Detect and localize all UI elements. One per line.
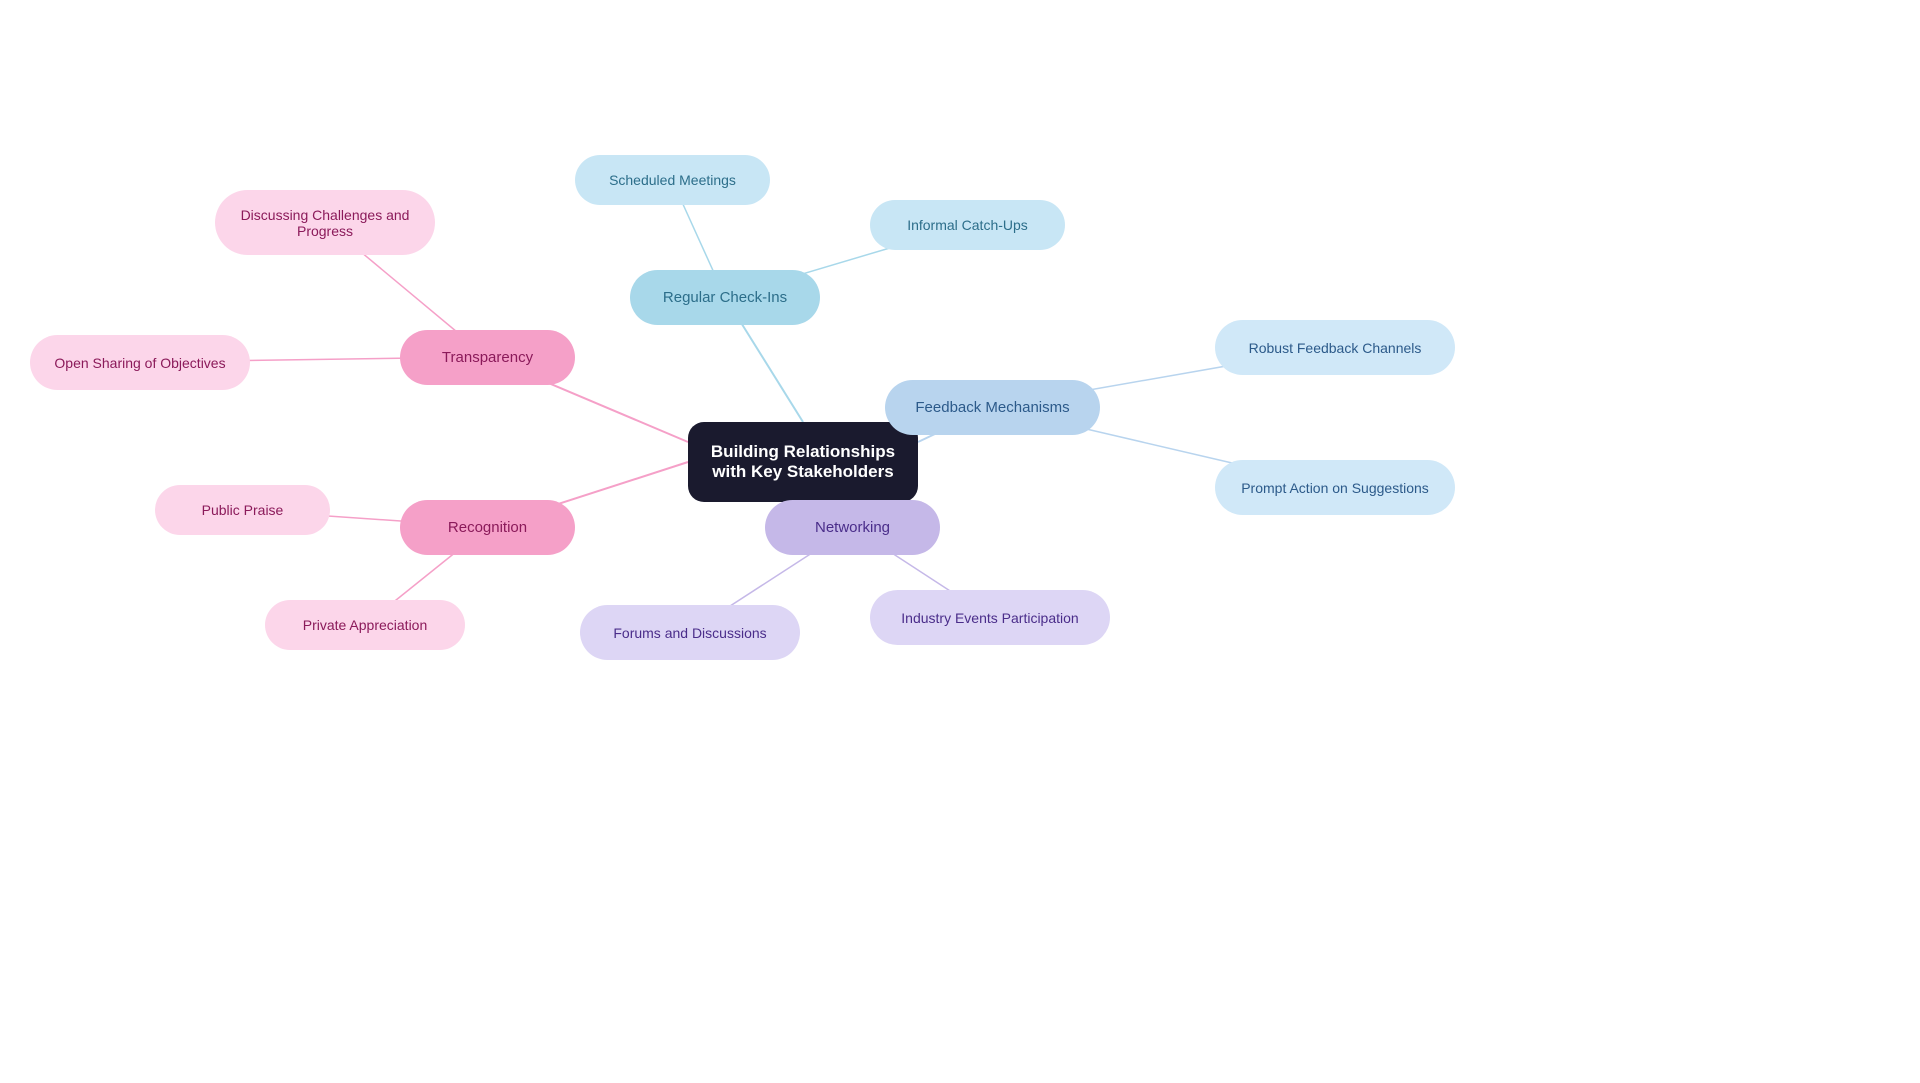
scheduled-meetings-label: Scheduled Meetings xyxy=(609,172,736,188)
node-recognition: Recognition xyxy=(400,500,575,555)
open-sharing-label: Open Sharing of Objectives xyxy=(54,355,225,371)
public-praise-label: Public Praise xyxy=(202,502,284,518)
regular-checkins-label: Regular Check-Ins xyxy=(663,289,787,306)
private-appreciation-label: Private Appreciation xyxy=(303,617,428,633)
node-industry-events: Industry Events Participation xyxy=(870,590,1110,645)
node-forums-discussions: Forums and Discussions xyxy=(580,605,800,660)
center-label: Building Relationships with Key Stakehol… xyxy=(688,434,918,490)
transparency-label: Transparency xyxy=(442,349,533,366)
node-private-appreciation: Private Appreciation xyxy=(265,600,465,650)
robust-feedback-label: Robust Feedback Channels xyxy=(1249,340,1422,356)
industry-events-label: Industry Events Participation xyxy=(901,610,1078,626)
node-regular-checkins: Regular Check-Ins xyxy=(630,270,820,325)
node-public-praise: Public Praise xyxy=(155,485,330,535)
node-robust-feedback: Robust Feedback Channels xyxy=(1215,320,1455,375)
recognition-label: Recognition xyxy=(448,519,527,536)
informal-catchups-label: Informal Catch-Ups xyxy=(907,217,1028,233)
node-informal-catchups: Informal Catch-Ups xyxy=(870,200,1065,250)
forums-discussions-label: Forums and Discussions xyxy=(613,625,766,641)
node-transparency: Transparency xyxy=(400,330,575,385)
node-networking: Networking xyxy=(765,500,940,555)
node-prompt-action: Prompt Action on Suggestions xyxy=(1215,460,1455,515)
discussing-challenges-label: Discussing Challenges and Progress xyxy=(215,207,435,239)
node-feedback-mechanisms: Feedback Mechanisms xyxy=(885,380,1100,435)
node-discussing-challenges: Discussing Challenges and Progress xyxy=(215,190,435,255)
node-scheduled-meetings: Scheduled Meetings xyxy=(575,155,770,205)
prompt-action-label: Prompt Action on Suggestions xyxy=(1241,480,1429,496)
node-open-sharing: Open Sharing of Objectives xyxy=(30,335,250,390)
feedback-mechanisms-label: Feedback Mechanisms xyxy=(915,399,1069,416)
center-node: Building Relationships with Key Stakehol… xyxy=(688,422,918,502)
networking-label: Networking xyxy=(815,519,890,536)
